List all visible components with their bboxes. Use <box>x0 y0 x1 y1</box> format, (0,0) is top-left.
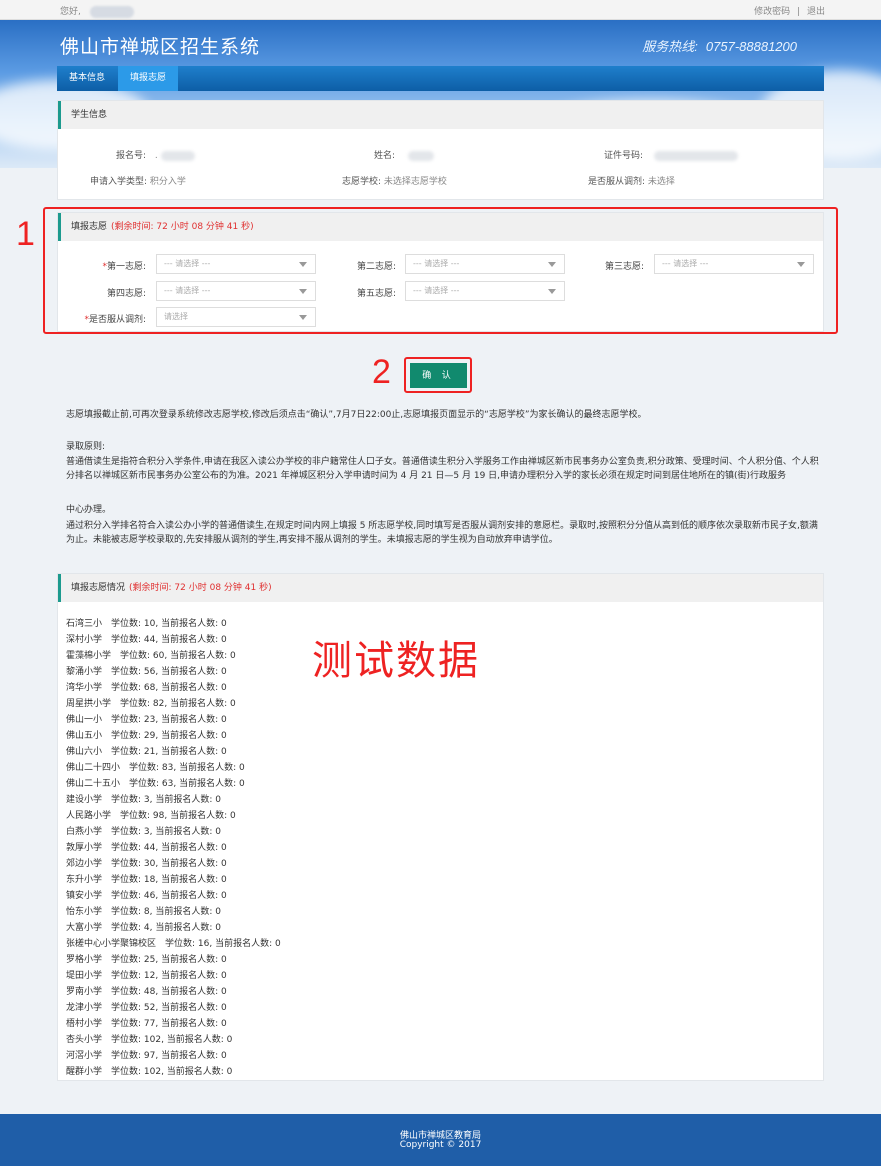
list-item: 醒群小学 学位数: 102, 当前报名人数: 0 <box>66 1067 233 1077</box>
redacted-value <box>653 150 738 161</box>
principle-paragraph-3: 通过积分入学排名符合入读公办小学的普通借读生,在规定时间内网上填报 5 所志愿学… <box>66 521 818 545</box>
main-nav: 基本信息 填报志愿 <box>57 66 824 91</box>
type-label: 申请入学类型: <box>90 177 148 187</box>
list-item: 建设小学 学位数: 3, 当前报名人数: 0 <box>66 795 221 805</box>
status-title: 填报志愿情况 (剩余时间: 72 小时 08 分钟 41 秒) <box>58 574 823 602</box>
list-item: 东升小学 学位数: 18, 当前报名人数: 0 <box>66 875 227 885</box>
test-data-annotation: 测试数据 <box>312 638 480 684</box>
list-item: 大富小学 学位数: 4, 当前报名人数: 0 <box>66 923 221 933</box>
status-remaining-time: (剩余时间: 72 小时 08 分钟 41 秒) <box>129 583 272 593</box>
annotation-number-1: 1 <box>16 215 35 253</box>
hotline: 服务热线: 0757-88881200 <box>642 36 797 55</box>
name-label: 姓名: <box>374 151 396 161</box>
school-value: 未选择志愿学校 <box>383 177 447 187</box>
list-item: 张槎中心小学聚锦校区 学位数: 16, 当前报名人数: 0 <box>66 939 281 949</box>
list-item: 白燕小学 学位数: 3, 当前报名人数: 0 <box>66 827 221 837</box>
greeting: 您好, <box>60 4 134 18</box>
id-label: 证件号码: <box>604 151 644 161</box>
adjust-row: 是否服从调剂: 未选择 <box>588 174 675 187</box>
logout-link[interactable]: 退出 <box>807 7 825 17</box>
student-info-panel: 学生信息 报名号: . 姓名: 证件号码: 申请入学类型: 积分入学 志愿学校:… <box>57 100 824 200</box>
reg-no-value: . <box>154 151 158 161</box>
reg-no-row: 报名号: . <box>116 148 195 161</box>
adjust-value: 未选择 <box>647 177 675 187</box>
tab-basic-info[interactable]: 基本信息 <box>57 66 117 91</box>
status-title-text: 填报志愿情况 <box>71 583 126 593</box>
confirm-button[interactable]: 确 认 <box>410 363 467 388</box>
list-item: 镇安小学 学位数: 46, 当前报名人数: 0 <box>66 891 227 901</box>
list-item: 龙津小学 学位数: 52, 当前报名人数: 0 <box>66 1003 227 1013</box>
adjust-label: 是否服从调剂: <box>588 177 646 187</box>
footer-copyright: Copyright © 2017 <box>399 1140 482 1150</box>
principle-paragraph-2: 中心办理。 <box>66 505 112 515</box>
change-password-link[interactable]: 修改密码 <box>754 7 790 17</box>
redacted-value <box>407 150 434 161</box>
footer: 佛山市禅城区教育局 Copyright © 2017 <box>0 1114 881 1166</box>
list-item: 河滘小学 学位数: 97, 当前报名人数: 0 <box>66 1051 227 1061</box>
list-item: 梧村小学 学位数: 77, 当前报名人数: 0 <box>66 1019 227 1029</box>
greeting-text: 您好, <box>60 7 81 17</box>
user-name-redacted <box>89 5 134 18</box>
top-bar: 您好, 修改密码 | 退出 <box>0 0 881 20</box>
list-item: 杏头小学 学位数: 102, 当前报名人数: 0 <box>66 1035 233 1045</box>
hotline-label: 服务热线: <box>642 39 698 54</box>
list-item: 堤田小学 学位数: 12, 当前报名人数: 0 <box>66 971 227 981</box>
redacted-value <box>160 150 195 161</box>
site-title: 佛山市禅城区招生系统 <box>60 37 261 58</box>
type-row: 申请入学类型: 积分入学 <box>90 174 186 187</box>
annotation-number-2: 2 <box>372 353 391 391</box>
tab-fill-choices[interactable]: 填报志愿 <box>118 66 179 91</box>
school-label: 志愿学校: <box>342 177 382 187</box>
type-value: 积分入学 <box>149 177 186 187</box>
hotline-number: 0757-88881200 <box>705 39 797 54</box>
list-item: 佛山二十五小 学位数: 63, 当前报名人数: 0 <box>66 779 245 789</box>
id-row: 证件号码: <box>604 148 738 161</box>
list-item: 人民路小学 学位数: 98, 当前报名人数: 0 <box>66 811 236 821</box>
list-item: 敦厚小学 学位数: 44, 当前报名人数: 0 <box>66 843 227 853</box>
school-row: 志愿学校: 未选择志愿学校 <box>342 174 447 187</box>
student-info-title: 学生信息 <box>58 101 823 129</box>
list-item: 佛山一小 学位数: 23, 当前报名人数: 0 <box>66 715 227 725</box>
principle-title: 录取原则: <box>66 442 106 452</box>
list-item: 怡东小学 学位数: 8, 当前报名人数: 0 <box>66 907 221 917</box>
list-item: 罗南小学 学位数: 48, 当前报名人数: 0 <box>66 987 227 997</box>
principle-paragraph-1: 普通借读生是指符合积分入学条件,申请在我区入读公办学校的非户籍常住人口子女。普通… <box>66 457 819 481</box>
list-item: 罗格小学 学位数: 25, 当前报名人数: 0 <box>66 955 227 965</box>
link-separator: | <box>797 7 801 17</box>
list-item: 郊边小学 学位数: 30, 当前报名人数: 0 <box>66 859 227 869</box>
deadline-notice: 志愿填报截止前,可再次登录系统修改志愿学校,修改后须点击“确认”,7月7日22:… <box>66 410 647 420</box>
account-links: 修改密码 | 退出 <box>754 4 825 17</box>
list-item: 周星拱小学 学位数: 82, 当前报名人数: 0 <box>66 699 236 709</box>
name-row: 姓名: <box>374 148 434 161</box>
list-item: 佛山六小 学位数: 21, 当前报名人数: 0 <box>66 747 227 757</box>
reg-no-label: 报名号: <box>116 151 147 161</box>
list-item: 佛山五小 学位数: 29, 当前报名人数: 0 <box>66 731 227 741</box>
annotation-box-1 <box>43 207 838 334</box>
list-item: 佛山二十四小 学位数: 83, 当前报名人数: 0 <box>66 763 245 773</box>
